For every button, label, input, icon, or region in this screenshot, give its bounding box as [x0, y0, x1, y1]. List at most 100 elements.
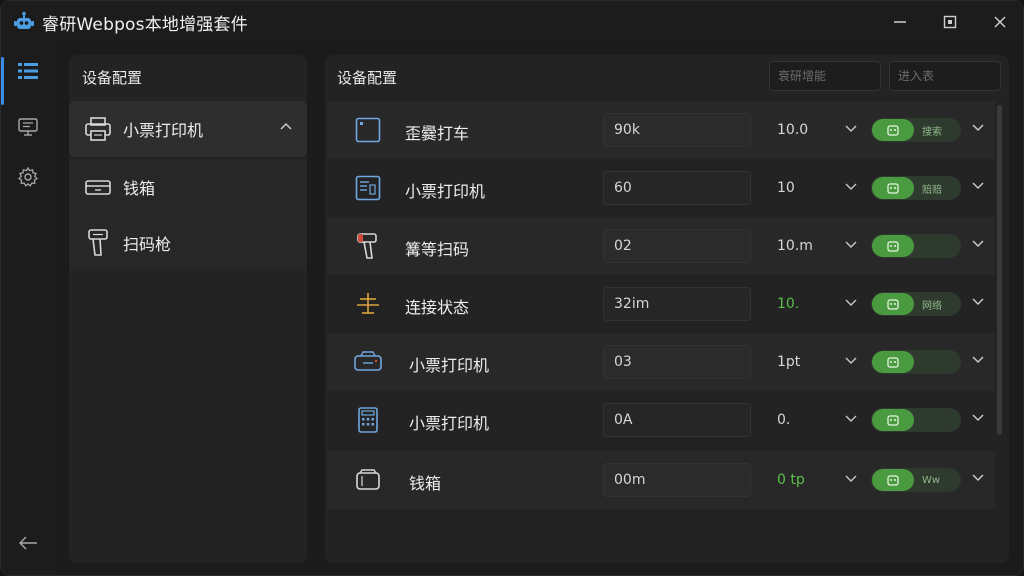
row-value-input[interactable]: [603, 463, 751, 497]
status-toggle[interactable]: [871, 408, 961, 432]
category-label: 钱箱: [123, 179, 156, 198]
rail-item-display[interactable]: [1, 107, 55, 147]
robot-status-icon: [872, 177, 914, 199]
minimize-button[interactable]: [875, 1, 925, 43]
table-row[interactable]: 小票打印机 10 赔赔: [327, 159, 995, 217]
connection-icon: [353, 289, 383, 319]
chevron-down-icon: [845, 357, 857, 364]
toggle-label: 网络: [922, 300, 942, 312]
robot-status-icon: [872, 351, 914, 373]
monitor-icon: [18, 118, 38, 136]
nav-rail: [1, 43, 55, 575]
calculator-icon: [353, 405, 383, 435]
robot-status-icon: [872, 293, 914, 315]
chevron-up-icon[interactable]: [279, 121, 293, 131]
category-item-barcode-scanner[interactable]: 扫码枪: [69, 215, 307, 271]
row-select[interactable]: 10.0: [777, 113, 857, 147]
drawer-box-icon: [353, 465, 383, 495]
row-device-name: 小票打印机: [409, 356, 490, 375]
search-input[interactable]: [769, 61, 881, 91]
app-window: 睿研Webpos本地增强套件 设备配置 小票打印机 钱箱 扫码枪 设备配置 衰研…: [0, 0, 1024, 576]
gear-icon: [17, 166, 39, 187]
device-table: 歪爨打车 10.0 搜索 小票打印机: [327, 101, 995, 559]
chevron-down-icon[interactable]: [971, 473, 985, 483]
vertical-scrollbar[interactable]: [997, 105, 1002, 435]
device-list-icon: [18, 63, 38, 79]
bot-logo-icon: [12, 10, 36, 34]
row-select[interactable]: 0 tp: [777, 463, 857, 497]
chevron-down-icon[interactable]: [971, 355, 985, 365]
category-item-cash-drawer[interactable]: 钱箱: [69, 159, 307, 215]
table-row[interactable]: 钱箱 0 tp Ww: [327, 451, 995, 509]
robot-status-icon: [872, 409, 914, 431]
status-toggle[interactable]: 搜索: [871, 118, 961, 142]
cash-drawer-icon: [81, 176, 115, 198]
category-heading: 设备配置: [82, 69, 143, 87]
printer-icon: [81, 116, 115, 142]
row-value-input[interactable]: [603, 287, 751, 321]
square-frame-icon: [353, 115, 383, 145]
chevron-down-icon: [845, 415, 857, 422]
row-select-value: 10.0: [777, 122, 809, 138]
back-arrow-icon: [19, 536, 37, 550]
row-select[interactable]: 10.: [777, 287, 857, 321]
chevron-down-icon: [845, 241, 857, 248]
chevron-down-icon: [845, 125, 857, 132]
status-toggle[interactable]: Ww: [871, 468, 961, 492]
maximize-button[interactable]: [925, 1, 975, 43]
chevron-down-icon[interactable]: [971, 181, 985, 191]
row-value-input[interactable]: [603, 403, 751, 437]
row-device-name: 钱箱: [409, 474, 442, 493]
row-select-value: 10.m: [777, 238, 813, 254]
row-device-name: 篝等扫码: [405, 240, 470, 259]
row-value-input[interactable]: [603, 113, 751, 147]
robot-status-icon: [872, 235, 914, 257]
status-toggle[interactable]: [871, 350, 961, 374]
device-config-panel: 设备配置 歪爨打车 10.0 搜索: [325, 55, 1009, 563]
row-value-input[interactable]: [603, 171, 751, 205]
maximize-icon: [943, 15, 957, 29]
robot-status-icon: [872, 469, 914, 491]
status-toggle[interactable]: 网络: [871, 292, 961, 316]
chevron-down-icon[interactable]: [971, 297, 985, 307]
title-bar: 睿研Webpos本地增强套件: [1, 1, 1023, 43]
receipt-printer-icon: [353, 173, 383, 203]
barcode-scanner-icon: [81, 228, 115, 258]
table-row[interactable]: 歪爨打车 10.0 搜索: [327, 101, 995, 159]
row-select[interactable]: 10.m: [777, 229, 857, 263]
row-select-value: 0 tp: [777, 472, 805, 488]
rail-item-devices[interactable]: [1, 51, 55, 105]
filter-input[interactable]: [889, 61, 1001, 91]
toggle-label: 搜索: [922, 126, 942, 138]
chevron-down-icon[interactable]: [971, 123, 985, 133]
window-controls: [875, 1, 1023, 43]
rail-item-back[interactable]: [1, 523, 55, 563]
chevron-down-icon[interactable]: [971, 239, 985, 249]
main-heading: 设备配置: [337, 69, 398, 87]
table-row[interactable]: 小票打印机 0.: [327, 391, 995, 449]
row-value-input[interactable]: [603, 229, 751, 263]
table-row[interactable]: 连接状态 10. 网络: [327, 275, 995, 333]
minimize-icon: [894, 21, 906, 23]
toggle-label: 赔赔: [922, 184, 942, 196]
rail-item-settings[interactable]: [1, 157, 55, 197]
category-label: 扫码枪: [123, 235, 172, 254]
category-label: 小票打印机: [123, 121, 204, 140]
close-icon: [994, 16, 1006, 28]
table-row[interactable]: 小票打印机 1pt: [327, 333, 995, 391]
row-select[interactable]: 10: [777, 171, 857, 205]
chevron-down-icon[interactable]: [971, 413, 985, 423]
close-button[interactable]: [975, 1, 1023, 43]
scanner-gun-icon: [353, 231, 383, 261]
row-value-input[interactable]: [603, 345, 751, 379]
row-select[interactable]: 1pt: [777, 345, 857, 379]
chevron-down-icon: [845, 299, 857, 306]
chevron-down-icon: [845, 183, 857, 190]
row-select-value: 10: [777, 180, 795, 196]
row-select[interactable]: 0.: [777, 403, 857, 437]
table-row[interactable]: 篝等扫码 10.m: [327, 217, 995, 275]
category-item-receipt-printer[interactable]: 小票打印机: [69, 101, 307, 157]
status-toggle[interactable]: [871, 234, 961, 258]
row-select-value: 1pt: [777, 354, 801, 370]
status-toggle[interactable]: 赔赔: [871, 176, 961, 200]
